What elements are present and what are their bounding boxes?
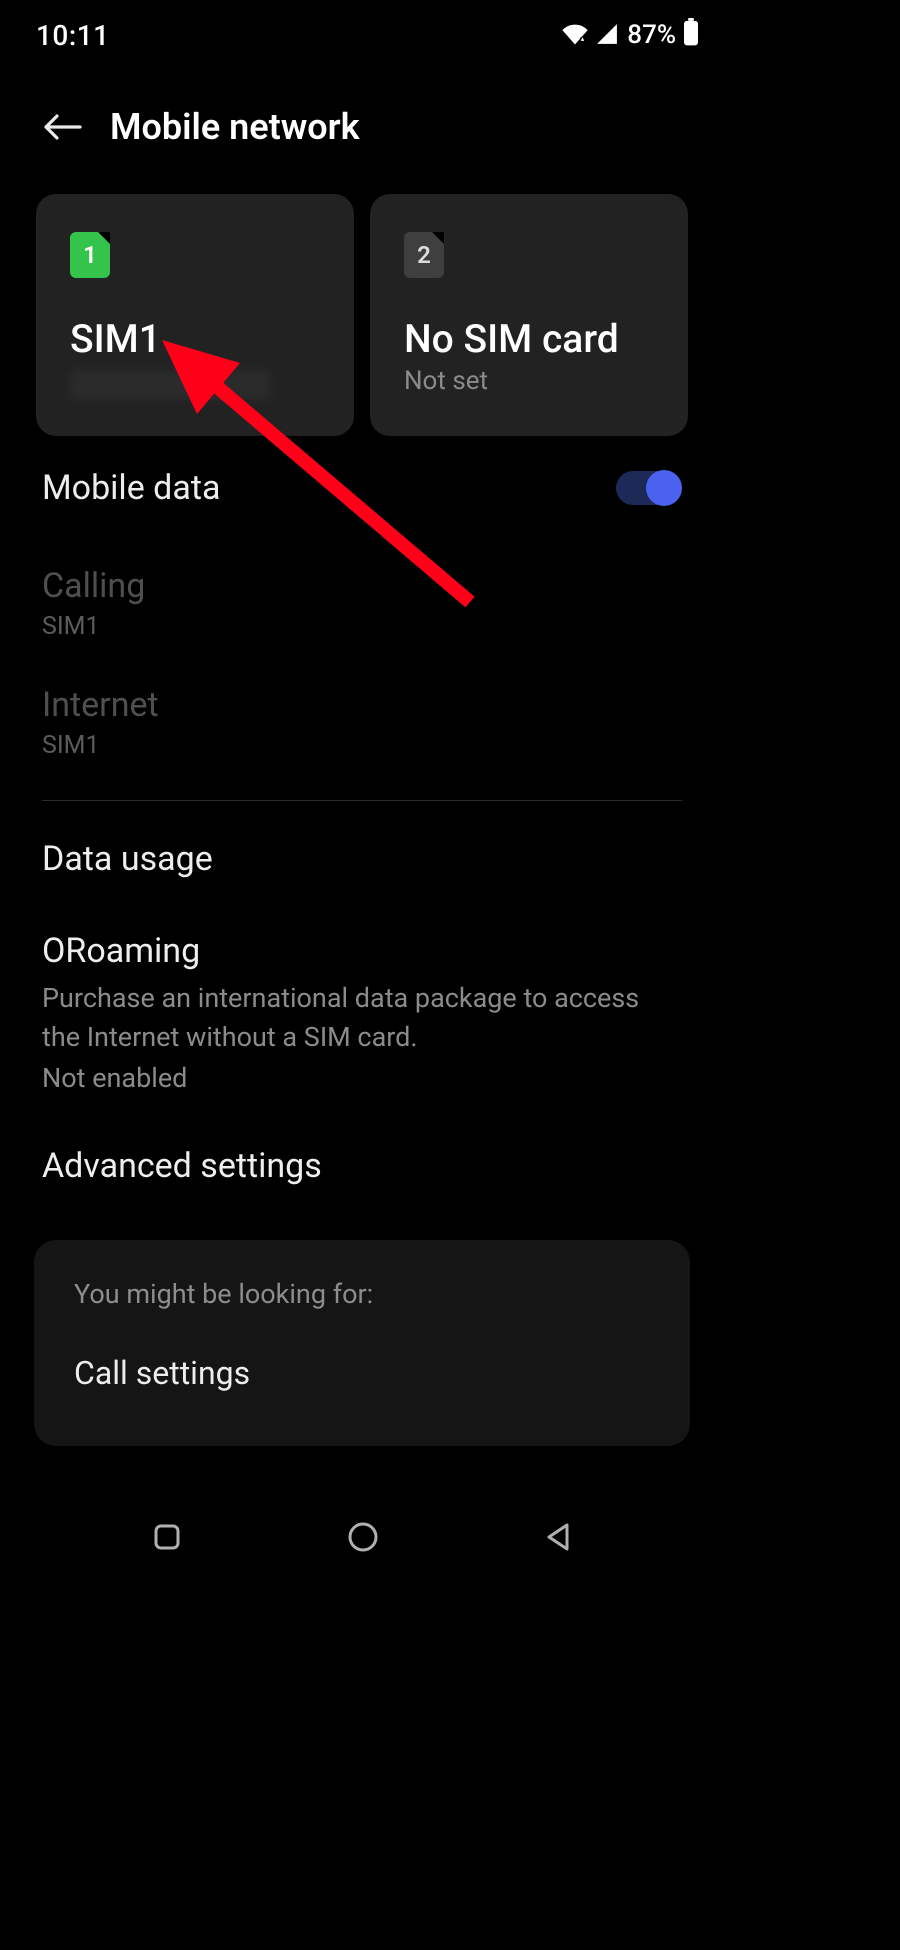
home-button[interactable] (346, 1520, 380, 1558)
back-nav-button[interactable] (543, 1521, 573, 1557)
sim-slot-number: 2 (417, 241, 431, 269)
system-nav-bar (0, 1508, 724, 1570)
status-bar: 10:11 87% (0, 0, 724, 58)
suggestion-heading: You might be looking for: (74, 1278, 650, 1310)
internet-label: Internet (42, 685, 682, 725)
battery-percent: 87% (627, 20, 676, 50)
sim-card-1[interactable]: 1 SIM1 (36, 194, 354, 436)
oroaming-item[interactable]: ORoaming Purchase an international data … (42, 911, 682, 1124)
sim-card-subtitle: Not set (404, 366, 660, 396)
status-right: 87% (561, 18, 700, 53)
data-usage-item[interactable]: Data usage (42, 819, 682, 911)
suggestion-card: You might be looking for: Call settings (34, 1240, 690, 1446)
oroaming-description: Purchase an international data package t… (42, 979, 682, 1057)
recents-button[interactable] (151, 1521, 183, 1557)
wifi-icon (561, 19, 589, 52)
sim-chip-icon: 1 (70, 232, 110, 278)
sim-card-title: No SIM card (404, 316, 660, 362)
sim-card-row: 1 SIM1 2 No SIM card Not set (0, 164, 724, 436)
sim-card-subtitle-redacted (70, 370, 270, 400)
back-button[interactable] (42, 107, 82, 147)
mobile-data-toggle[interactable] (616, 471, 682, 505)
sim-chip-icon: 2 (404, 232, 444, 278)
data-usage-label: Data usage (42, 839, 682, 879)
sim-card-2[interactable]: 2 No SIM card Not set (370, 194, 688, 436)
internet-value: SIM1 (42, 731, 682, 760)
status-time: 10:11 (36, 19, 110, 52)
mobile-data-label: Mobile data (42, 468, 220, 508)
battery-icon (682, 18, 700, 53)
calling-item[interactable]: Calling SIM1 (42, 540, 682, 663)
advanced-settings-label: Advanced settings (42, 1146, 682, 1186)
page-header: Mobile network (0, 58, 724, 164)
advanced-settings-item[interactable]: Advanced settings (42, 1124, 682, 1218)
calling-value: SIM1 (42, 612, 682, 641)
oroaming-status: Not enabled (42, 1059, 682, 1098)
sim-card-title: SIM1 (70, 316, 326, 362)
calling-label: Calling (42, 566, 682, 606)
page-title: Mobile network (110, 106, 360, 148)
oroaming-label: ORoaming (42, 931, 682, 971)
sim-slot-number: 1 (83, 241, 97, 269)
suggestion-item-call-settings[interactable]: Call settings (74, 1354, 650, 1392)
signal-icon (595, 19, 619, 52)
divider (42, 800, 682, 801)
internet-item[interactable]: Internet SIM1 (42, 663, 682, 788)
mobile-data-item[interactable]: Mobile data (42, 436, 682, 540)
